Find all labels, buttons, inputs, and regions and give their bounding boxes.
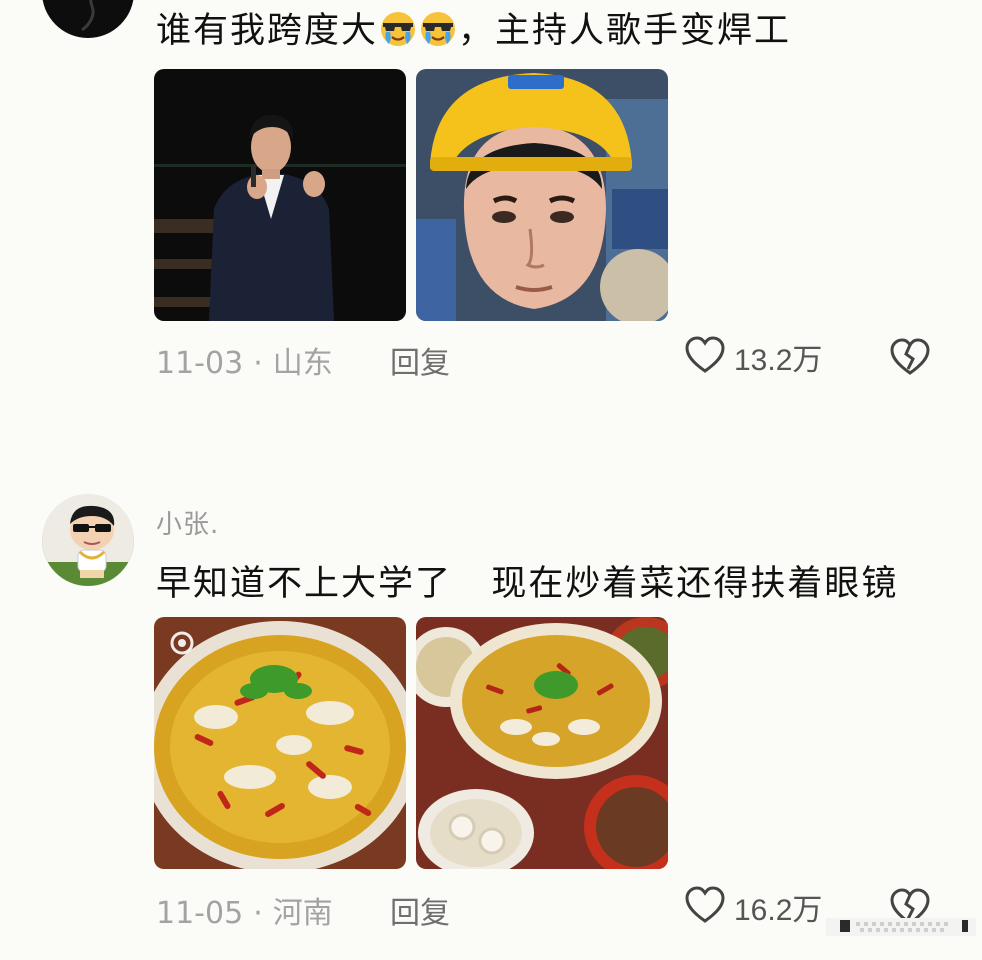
comment-2: 小张. 早知道不上大学了 现在炒着菜还得扶着眼镜 11-05 · 河南 回复 1… [0,0,982,960]
meta-separator: · [253,896,263,931]
comment-text: 早知道不上大学了 现在炒着菜还得扶着眼镜 [156,564,899,604]
comment-location: 河南 [272,896,333,931]
avatar[interactable] [42,494,134,586]
like-button[interactable]: 16.2万 [684,885,823,929]
username[interactable]: 小张. [156,504,219,541]
watermark-overlay [826,912,976,940]
comment-date: 11-05 [156,896,244,931]
comment-image-fish-dish[interactable] [154,617,406,869]
comment-image-table-spread[interactable] [416,617,668,869]
reply-button[interactable]: 回复 [390,888,450,932]
comment-meta: 11-05 · 河南 [156,888,333,932]
heart-outline-icon [684,885,726,929]
like-count: 16.2万 [734,894,823,927]
